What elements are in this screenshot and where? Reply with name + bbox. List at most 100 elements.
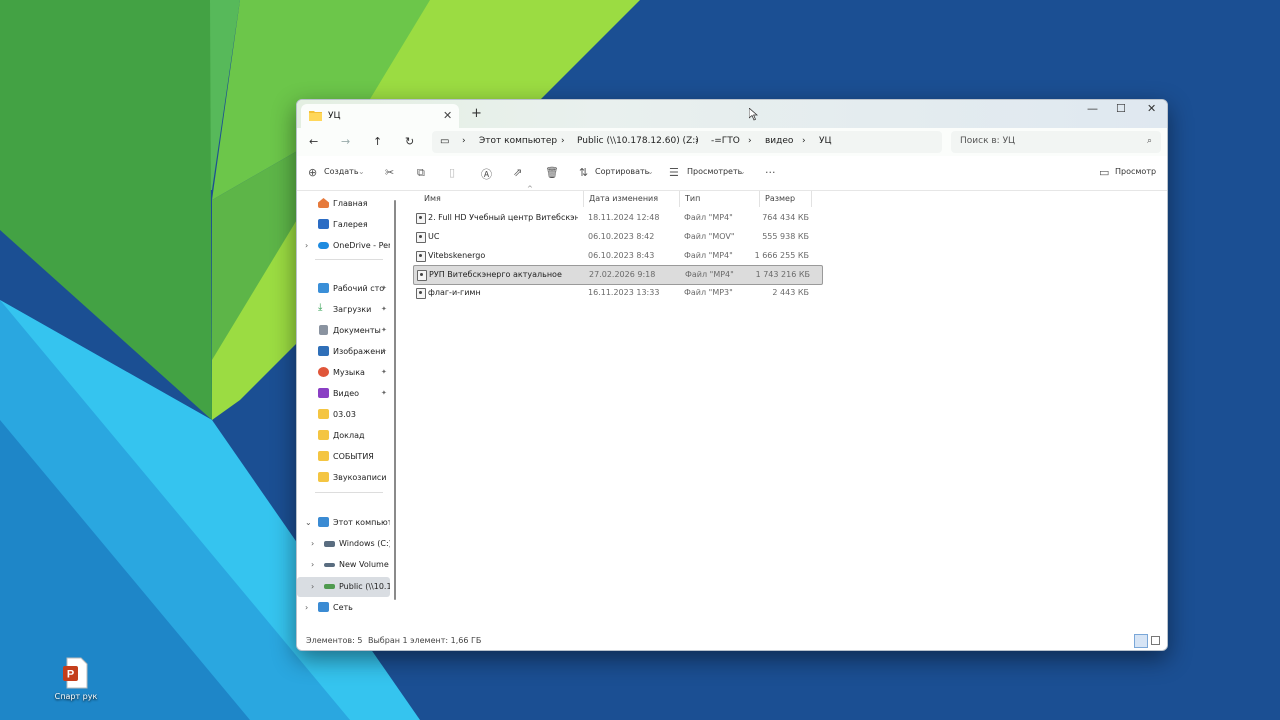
column-divider[interactable] [679, 191, 680, 207]
folder-icon [318, 451, 329, 461]
nav-item-public-z[interactable]: › Public (\\10.17 [297, 577, 390, 597]
column-divider[interactable] [759, 191, 760, 207]
view-icon: ☰ [669, 166, 679, 179]
title-bar[interactable]: УЦ ✕ + — ☐ ✕ [297, 100, 1167, 128]
nav-item-music[interactable]: Музыка ✦ [297, 363, 390, 383]
chevron-right-icon[interactable]: › [305, 241, 308, 250]
desktop-icon [318, 283, 329, 293]
new-tab-icon[interactable]: + [471, 106, 482, 121]
network-drive-icon [324, 584, 335, 589]
share-icon[interactable]: ⇗ [513, 166, 522, 179]
address-bar[interactable]: ▭ › Этот компьютер › Public (\\10.178.12… [432, 131, 942, 153]
chevron-down-icon[interactable]: ⌄ [305, 518, 312, 527]
file-row[interactable]: 2. Full HD Учебный центр Витебскэнер... … [413, 209, 821, 227]
preview-pane-icon: ▭ [1099, 166, 1110, 179]
nav-item-folder-recordings[interactable]: Звукозаписи [297, 468, 390, 488]
sort-dropdown-icon[interactable]: ⌄ [647, 167, 654, 176]
up-icon[interactable]: ↑ [373, 135, 382, 148]
chevron-right-icon[interactable]: › [305, 603, 308, 612]
new-button[interactable]: Создать [324, 167, 359, 176]
close-window-icon[interactable]: ✕ [1147, 102, 1156, 115]
file-row[interactable]: UC 06.10.2023 8:42 Файл "MOV" 555 938 КБ [413, 228, 821, 246]
refresh-icon[interactable]: ↻ [405, 135, 414, 148]
breadcrumb-sep-icon: › [802, 136, 806, 146]
nav-item-this-pc[interactable]: ⌄ Этот компьюте [297, 513, 390, 533]
nav-item-windows-c[interactable]: › Windows (C:) [297, 534, 390, 554]
tab-uc[interactable]: УЦ ✕ [301, 104, 459, 128]
nav-item-label: СОБЫТИЯ [333, 452, 374, 461]
nav-item-label: Главная [333, 199, 368, 208]
nav-item-folder-report[interactable]: Доклад [297, 426, 390, 446]
column-header-type[interactable]: Тип [685, 194, 700, 203]
rename-icon[interactable]: Ⓐ [481, 166, 492, 182]
nav-item-label: New Volume ( [339, 560, 390, 569]
file-row[interactable]: флаг-и-гимн 16.11.2023 13:33 Файл "MP3" … [413, 284, 821, 302]
breadcrumb-uc[interactable]: УЦ [819, 136, 831, 146]
nav-item-desktop[interactable]: Рабочий сто ✦ [297, 279, 390, 299]
delete-icon[interactable]: 🗑 [545, 166, 559, 179]
paste-icon[interactable]: ▯ [449, 166, 455, 179]
folder-icon [318, 430, 329, 440]
column-header-date[interactable]: Дата изменения [589, 194, 658, 203]
nav-pane-scrollbar[interactable] [394, 200, 396, 600]
back-icon[interactable]: ← [309, 135, 318, 148]
nav-item-onedrive[interactable]: › OneDrive - Perso [297, 236, 390, 256]
tiles-view-icon[interactable] [1151, 636, 1160, 645]
media-file-icon [416, 251, 426, 262]
nav-item-pictures[interactable]: Изображени ✦ [297, 342, 390, 362]
file-list: ^ Имя Дата изменения Тип Размер 2. Full … [407, 185, 1162, 611]
details-view-icon[interactable] [1134, 634, 1148, 648]
nav-item-label: Музыка [333, 368, 365, 377]
pin-icon: ✦ [381, 368, 387, 376]
chevron-right-icon[interactable]: › [311, 560, 314, 569]
file-explorer-window: УЦ ✕ + — ☐ ✕ ← → ↑ ↻ ▭ › Этот компьютер … [296, 99, 1168, 651]
close-tab-icon[interactable]: ✕ [443, 109, 452, 122]
pin-icon: ✦ [381, 326, 387, 334]
view-dropdown-icon[interactable]: ⌄ [739, 167, 746, 176]
breadcrumb-video[interactable]: видео [765, 136, 793, 146]
file-date: 16.11.2023 13:33 [588, 288, 660, 297]
chevron-right-icon[interactable]: › [311, 539, 314, 548]
minimize-icon[interactable]: — [1087, 102, 1098, 115]
desktop-icon-label: Спарт рук [54, 692, 98, 701]
command-bar: ⊕ Создать ⌄ ✂ ⧉ ▯ Ⓐ ⇗ 🗑 ⇅ Сортировать ⌄ … [297, 156, 1167, 191]
file-name: 2. Full HD Учебный центр Витебскэнер... [428, 213, 578, 222]
file-row[interactable]: Vitebskenergo 06.10.2023 8:43 Файл "MP4"… [413, 247, 821, 265]
maximize-icon[interactable]: ☐ [1116, 102, 1126, 115]
column-divider[interactable] [583, 191, 584, 207]
forward-icon[interactable]: → [341, 135, 350, 148]
breadcrumb-public[interactable]: Public (\\10.178.12.60) (Z:) [577, 136, 699, 146]
file-date: 27.02.2026 9:18 [589, 270, 656, 279]
nav-item-videos[interactable]: Видео ✦ [297, 384, 390, 404]
navigation-pane: Главная Галерея › OneDrive - Perso Рабоч… [297, 191, 393, 612]
column-header-size[interactable]: Размер [765, 194, 795, 203]
nav-item-downloads[interactable]: ⤓ Загрузки ✦ [297, 300, 390, 320]
more-options-icon[interactable]: ··· [765, 166, 776, 179]
column-divider[interactable] [811, 191, 812, 207]
pin-icon: ✦ [381, 389, 387, 397]
nav-item-new-volume[interactable]: › New Volume ( [297, 555, 390, 575]
nav-item-home[interactable]: Главная [297, 194, 390, 214]
file-size: 1 666 255 КБ [754, 251, 809, 260]
breadcrumb-gto[interactable]: -=ГТО [711, 136, 740, 146]
column-header-name[interactable]: Имя [424, 194, 441, 203]
folder-icon [318, 409, 329, 419]
copy-icon[interactable]: ⧉ [417, 166, 425, 180]
breadcrumb-sep-icon: › [695, 136, 699, 146]
preview-button[interactable]: Просмотр [1115, 167, 1156, 176]
new-icon: ⊕ [308, 166, 318, 179]
breadcrumb-this-pc[interactable]: Этот компьютер [479, 136, 557, 146]
sort-button[interactable]: Сортировать [595, 167, 649, 176]
view-button[interactable]: Просмотреть [687, 167, 742, 176]
nav-item-folder-events[interactable]: СОБЫТИЯ [297, 447, 390, 467]
nav-item-gallery[interactable]: Галерея [297, 215, 390, 235]
new-dropdown-icon[interactable]: ⌄ [358, 167, 365, 176]
nav-item-folder-0303[interactable]: 03.03 [297, 405, 390, 425]
search-box[interactable]: Поиск в: УЦ ⌕ [951, 131, 1161, 153]
file-row-selected[interactable]: РУП Витебскэнерго актуальное 27.02.2026 … [413, 265, 823, 285]
chevron-right-icon[interactable]: › [311, 582, 314, 591]
cut-icon[interactable]: ✂ [385, 166, 394, 179]
nav-item-network[interactable]: › Сеть [297, 598, 390, 618]
desktop-icon-presentation[interactable]: P Спарт рук [52, 657, 100, 701]
nav-item-documents[interactable]: Документы ✦ [297, 321, 390, 341]
